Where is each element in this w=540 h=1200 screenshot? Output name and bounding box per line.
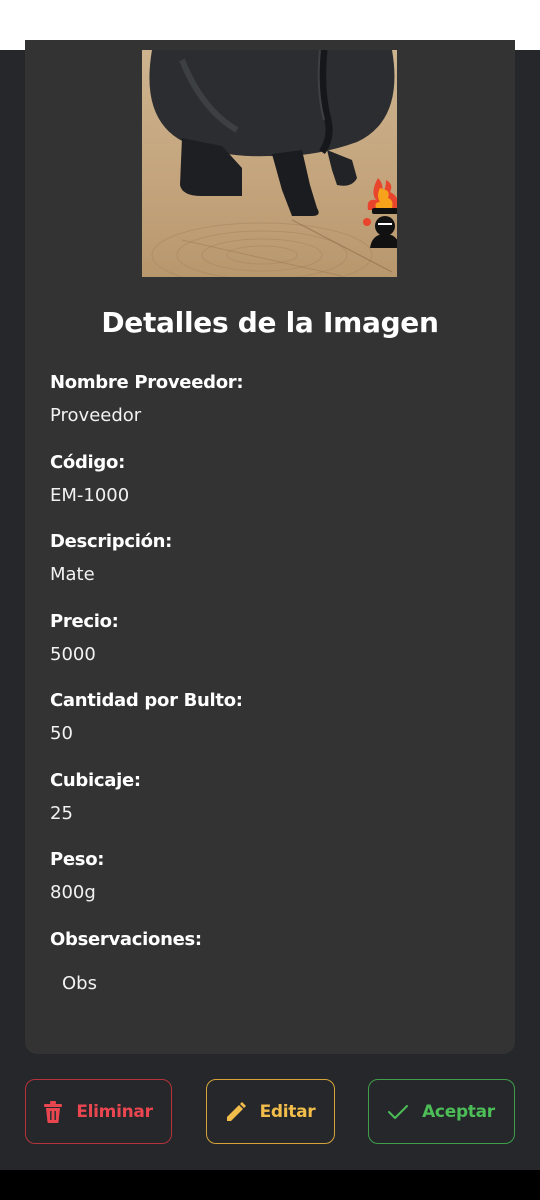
field-observations: Observaciones: Obs (50, 927, 490, 1007)
edit-button[interactable]: Editar (206, 1079, 335, 1144)
field-value: 800g (50, 882, 96, 903)
field-price: Precio: 5000 (50, 609, 490, 689)
accept-label: Aceptar (422, 1101, 495, 1122)
field-weight: Peso: 800g (50, 847, 490, 927)
field-label: Nombre Proveedor: (50, 372, 244, 393)
pencil-icon (226, 1101, 246, 1121)
field-value: 50 (50, 723, 73, 744)
field-volume: Cubicaje: 25 (50, 768, 490, 848)
product-image (142, 50, 397, 277)
navigation-bar (0, 1170, 540, 1200)
delete-button[interactable]: Eliminar (25, 1079, 172, 1144)
field-value: Obs (62, 972, 97, 994)
field-label: Cubicaje: (50, 769, 141, 791)
field-value: Mate (50, 564, 95, 585)
field-quantity-per-package: Cantidad por Bulto: 50 (50, 688, 490, 768)
details-title: Detalles de la Imagen (101, 306, 439, 339)
field-label: Peso: (50, 849, 105, 870)
delete-label: Eliminar (76, 1101, 153, 1122)
field-label: Descripción: (50, 531, 173, 552)
accept-button[interactable]: Aceptar (368, 1079, 515, 1144)
trash-icon (44, 1100, 63, 1123)
field-label: Observaciones: (50, 928, 202, 950)
field-code: Código: EM-1000 (50, 450, 490, 530)
field-value: EM-1000 (50, 484, 130, 506)
edit-label: Editar (259, 1101, 316, 1122)
details-card: Detalles de la Imagen Nombre Proveedor: … (25, 40, 515, 1054)
field-provider: Nombre Proveedor: Proveedor (50, 370, 490, 450)
check-icon (388, 1104, 409, 1119)
details-fields: Nombre Proveedor: Proveedor Código: EM-1… (50, 370, 490, 1006)
field-value: 5000 (50, 643, 96, 665)
field-label: Precio: (50, 610, 119, 632)
field-value: 25 (50, 802, 73, 824)
field-value: Proveedor (50, 405, 142, 426)
field-label: Cantidad por Bulto: (50, 690, 243, 711)
field-description: Descripción: Mate (50, 529, 490, 609)
field-label: Código: (50, 451, 125, 473)
